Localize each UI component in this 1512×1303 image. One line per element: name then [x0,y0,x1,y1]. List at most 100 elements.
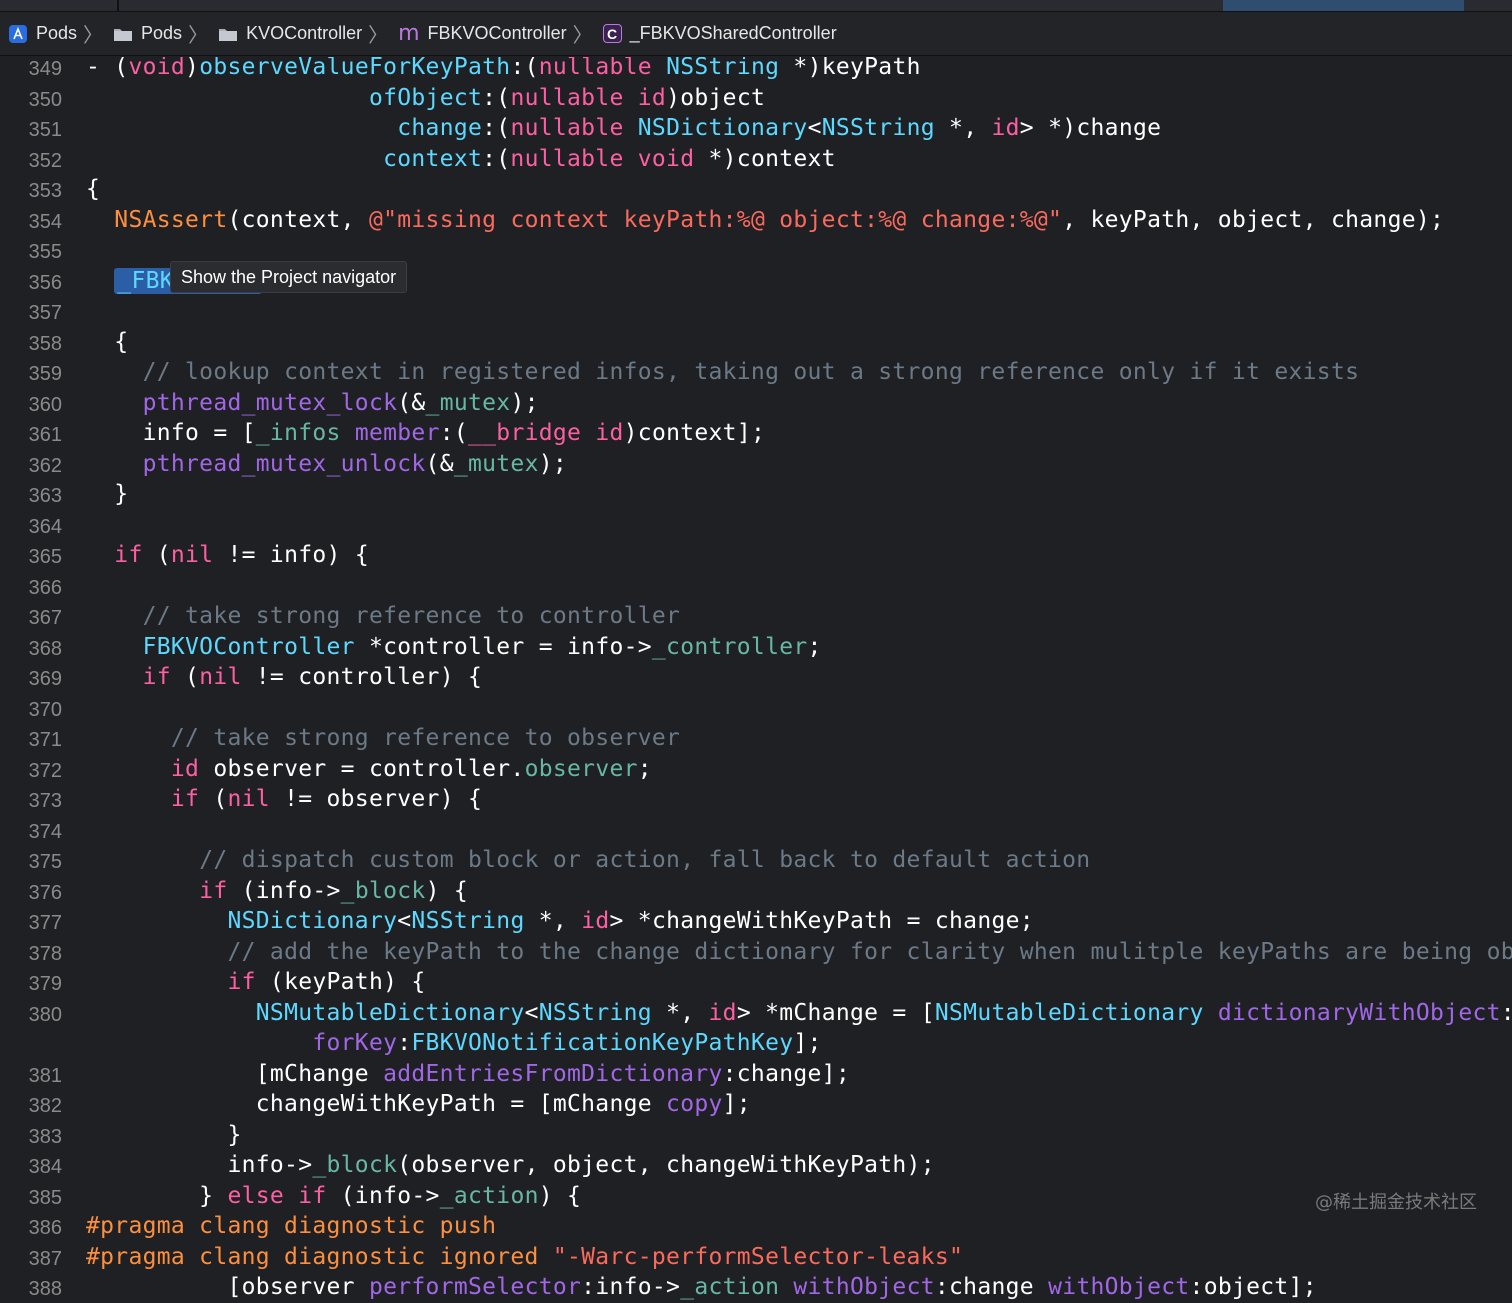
line-number[interactable]: 383 [0,1126,62,1149]
line-number[interactable]: 361 [0,424,62,447]
line-number[interactable]: 388 [0,1278,62,1301]
source-editor[interactable]: 349- (void)observeValueForKeyPath:(nulla… [0,57,1512,1303]
code-token: void [637,145,695,172]
code-line[interactable]: 366 [0,571,1512,602]
code-line[interactable]: 364 [0,510,1512,541]
code-line[interactable]: 371 // take strong reference to observer [0,723,1512,754]
code-line[interactable]: 384 info->_block(observer, object, chang… [0,1150,1512,1181]
code-token: pthread_mutex_unlock [142,450,426,477]
code-line[interactable]: 352 context:(nullable void *)context [0,144,1512,175]
code-line[interactable]: 360 pthread_mutex_lock(&_mutex); [0,388,1512,419]
line-number[interactable]: 354 [0,211,62,234]
code-line[interactable]: 350 ofObject:(nullable id)object [0,83,1512,114]
line-number[interactable]: 380 [0,1004,62,1027]
code-line[interactable]: 382 changeWithKeyPath = [mChange copy]; [0,1089,1512,1120]
line-number[interactable]: 378 [0,943,62,966]
line-number[interactable]: 376 [0,882,62,905]
line-number[interactable]: 362 [0,455,62,478]
line-number[interactable]: 366 [0,577,62,600]
line-number[interactable]: 382 [0,1095,62,1118]
code-line[interactable]: 353 { [0,174,1512,205]
line-number[interactable]: 370 [0,699,62,722]
code-line[interactable]: 370 [0,693,1512,724]
code-line[interactable]: 379 if (keyPath) { [0,967,1512,998]
code-line[interactable]: 349 - (void)observeValueForKeyPath:(nulla… [0,57,1512,83]
code-line[interactable]: 388 [observer performSelector:info->_act… [0,1272,1512,1303]
code-token: if [114,542,143,568]
line-number[interactable]: 359 [0,363,62,386]
code-token: :( [510,57,539,80]
code-line[interactable]: 378 // add the keyPath to the change dic… [0,937,1512,968]
code-token: :object]; [1189,1274,1317,1300]
code-line[interactable]: 380 NSMutableDictionary<NSString *, id> … [0,998,1512,1029]
code-line[interactable]: 381 [mChange addEntriesFromDictionary:ch… [0,1059,1512,1090]
line-number[interactable]: 387 [0,1248,62,1271]
line-number[interactable]: 357 [0,302,62,325]
code-line[interactable]: 383 } [0,1120,1512,1151]
code-token: :( [439,420,469,446]
breadcrumb-shared-controller-class[interactable]: C _FBKVOSharedController [602,23,837,44]
line-number[interactable]: 377 [0,912,62,935]
line-number[interactable]: 349 [0,58,62,81]
line-number[interactable]: 375 [0,851,62,874]
code-token: if [227,969,256,995]
line-number[interactable]: 363 [0,485,62,508]
code-token: observer [524,755,638,782]
line-number[interactable]: 386 [0,1217,62,1240]
line-number[interactable]: 350 [0,89,62,112]
code-line[interactable]: 369 if (nil != controller) { [0,662,1512,693]
code-line[interactable]: 361 info = [_infos member:(__bridge id)c… [0,418,1512,449]
code-line[interactable]: 367 // take strong reference to controll… [0,601,1512,632]
line-number[interactable]: 379 [0,973,62,996]
code-text: // dispatch custom block or action, fall… [86,847,1090,873]
code-line[interactable]: 368 FBKVOController *controller = info->… [0,632,1512,663]
breadcrumb-kvocontroller-folder[interactable]: KVOController [218,23,362,44]
code-token: :( [482,145,511,172]
line-number[interactable]: 368 [0,638,62,661]
line-number[interactable]: 374 [0,821,62,844]
code-line[interactable]: 373 if (nil != observer) { [0,784,1512,815]
code-line[interactable]: 365 if (nil != info) { [0,540,1512,571]
code-line[interactable]: 376 if (info->_block) { [0,876,1512,907]
line-number[interactable]: 372 [0,760,62,783]
active-tab-indicator[interactable] [1223,0,1464,11]
line-number[interactable]: 358 [0,333,62,356]
code-line[interactable]: forKey:FBKVONotificationKeyPathKey]; [0,1028,1512,1059]
line-number[interactable]: 356 [0,272,62,295]
code-line[interactable]: 372 id observer = controller.observer; [0,754,1512,785]
breadcrumb-pods-folder[interactable]: Pods [113,23,182,44]
line-number[interactable]: 355 [0,241,62,264]
chevron-right-icon: 〉 [83,25,104,47]
code-line[interactable]: 358 { [0,327,1512,358]
code-line[interactable]: 385 } else if (info->_action) { [0,1181,1512,1212]
line-number[interactable]: 364 [0,516,62,539]
code-token: id [991,115,1020,141]
code-line[interactable]: 386 #pragma clang diagnostic push [0,1211,1512,1242]
code-line[interactable]: 377 NSDictionary<NSString *, id> *change… [0,906,1512,937]
line-number[interactable]: 367 [0,607,62,630]
line-number[interactable]: 353 [0,180,62,203]
line-number[interactable]: 371 [0,729,62,752]
line-number[interactable]: 369 [0,668,62,691]
code-line[interactable]: 354 NSAssert(context, @"missing context … [0,205,1512,236]
line-number[interactable]: 352 [0,150,62,173]
code-line[interactable]: 362 pthread_mutex_unlock(&_mutex); [0,449,1512,480]
breadcrumb-fbkvocontroller-file[interactable]: m FBKVOController [398,22,566,45]
line-number[interactable]: 381 [0,1065,62,1088]
line-number[interactable]: 351 [0,119,62,142]
code-line[interactable]: 359 // lookup context in registered info… [0,357,1512,388]
line-number[interactable]: 385 [0,1187,62,1210]
code-line[interactable]: 387 #pragma clang diagnostic ignored "-Wa… [0,1242,1512,1273]
line-number[interactable]: 373 [0,790,62,813]
line-number[interactable]: 365 [0,546,62,569]
line-number[interactable]: 360 [0,394,62,417]
code-line[interactable]: 357 [0,296,1512,327]
line-number[interactable]: 384 [0,1156,62,1179]
code-line[interactable]: 363 } [0,479,1512,510]
code-line[interactable]: 374 [0,815,1512,846]
code-line[interactable]: 375 // dispatch custom block or action, … [0,845,1512,876]
code-line[interactable]: 351 change:(nullable NSDictionary<NSStri… [0,113,1512,144]
breadcrumb-pods-project[interactable]: Pods [8,23,77,44]
code-token: // add the keyPath to the change diction… [227,938,1512,965]
